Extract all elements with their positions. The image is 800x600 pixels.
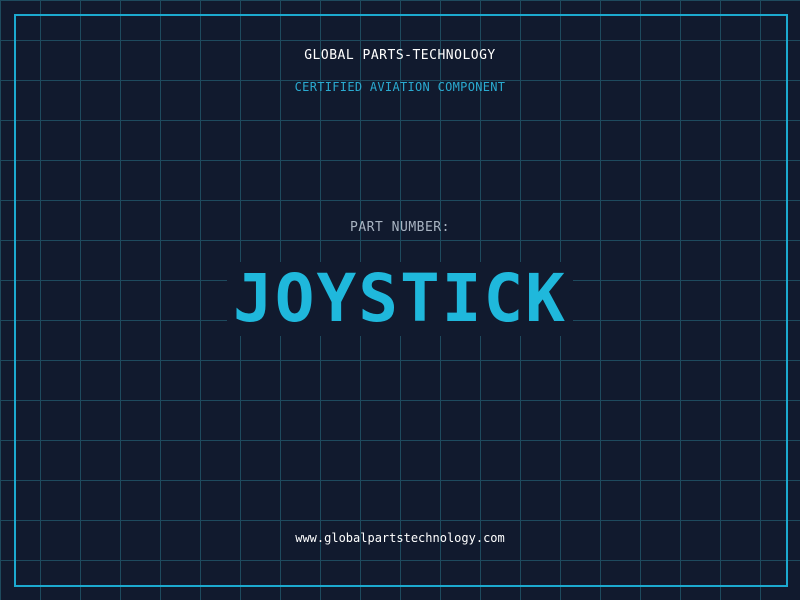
tagline: CERTIFIED AVIATION COMPONENT <box>294 80 506 94</box>
part-number-label: PART NUMBER: <box>350 220 450 235</box>
website-url: www.globalpartstechnology.com <box>295 531 505 545</box>
part-number-value: JOYSTICK <box>227 262 573 336</box>
part-number-container: JOYSTICK <box>0 262 800 336</box>
company-name: GLOBAL PARTS-TECHNOLOGY <box>304 48 496 63</box>
